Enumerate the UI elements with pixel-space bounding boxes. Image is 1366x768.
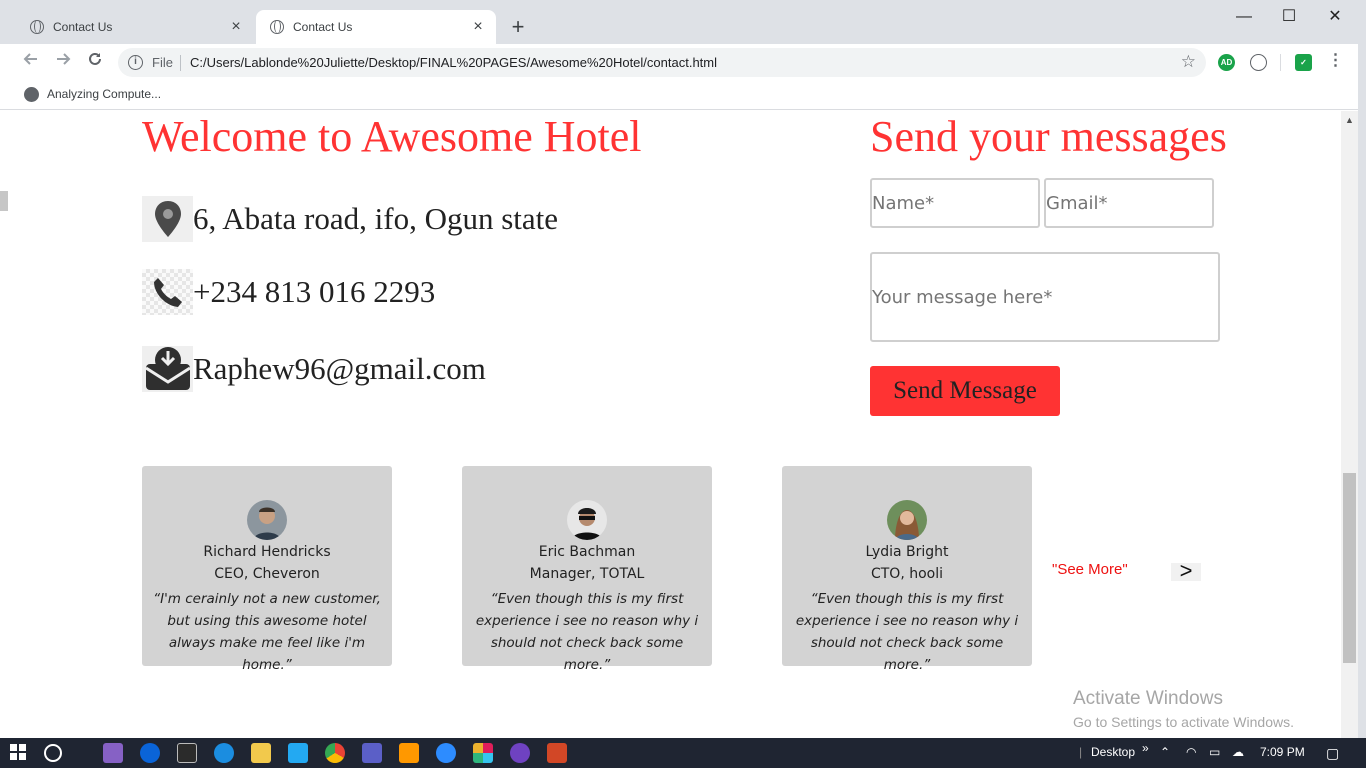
see-more-link[interactable]: "See More"	[1052, 561, 1128, 578]
reload-icon	[89, 52, 101, 65]
send-message-button[interactable]: Send Message	[870, 366, 1060, 416]
teams-icon[interactable]	[362, 743, 382, 763]
notifications-icon[interactable]: ▢	[1326, 745, 1339, 762]
page-viewport: Welcome to Awesome Hotel Send your messa…	[8, 111, 1341, 738]
scroll-thumb[interactable]	[1343, 473, 1356, 663]
mail-download-icon	[142, 346, 193, 392]
menu-kebab-icon[interactable]: ⋮	[1327, 53, 1344, 71]
windows-taskbar: | Desktop » ⌃ ◠ ▭ ☁ 7:09 PM ▢	[0, 738, 1366, 768]
shield-check-icon[interactable]: ✓	[1295, 54, 1312, 71]
tab-close-button[interactable]: ×	[228, 18, 244, 36]
tray-up-arrow-icon[interactable]: ⌃	[1160, 745, 1170, 759]
vpn-icon[interactable]	[510, 743, 530, 763]
testimonial-role: CEO, Cheveron	[214, 566, 320, 582]
testimonial-name: Lydia Bright	[865, 544, 949, 560]
maximize-button[interactable]: ☐	[1266, 4, 1312, 30]
new-tab-button[interactable]: +	[506, 14, 530, 40]
powerpoint-icon[interactable]	[547, 743, 567, 763]
testimonial-name: Eric Bachman	[538, 544, 636, 560]
minimize-button[interactable]: —	[1221, 4, 1267, 30]
wifi-icon[interactable]: ◠	[1186, 745, 1196, 759]
chevron-icon[interactable]: »	[1142, 741, 1149, 755]
bookmark-star-icon[interactable]: ☆	[1181, 52, 1196, 72]
store-icon[interactable]	[177, 743, 197, 763]
globe-icon	[24, 87, 39, 102]
address-row: 6, Abata road, ifo, Ogun state	[142, 196, 558, 242]
search-circle-icon[interactable]	[44, 744, 62, 762]
close-window-button[interactable]: ✕	[1312, 4, 1358, 30]
activate-windows-subtitle: Go to Settings to activate Windows.	[1073, 714, 1294, 730]
vertical-scrollbar[interactable]: ▲	[1341, 111, 1358, 738]
email-row: Raphew96@gmail.com	[142, 346, 486, 392]
desktop-toolbar-label[interactable]: Desktop	[1091, 745, 1135, 759]
send-heading: Send your messages	[870, 112, 1227, 161]
file-explorer-icon[interactable]	[251, 743, 271, 763]
vscode-icon[interactable]	[288, 743, 308, 763]
phone-text: +234 813 016 2293	[193, 274, 436, 309]
address-separator	[180, 55, 181, 71]
welcome-heading: Welcome to Awesome Hotel	[142, 112, 642, 161]
window-right-edge	[1358, 0, 1366, 738]
edge-icon[interactable]	[214, 743, 234, 763]
gmail-input[interactable]	[1044, 178, 1214, 228]
testimonial-card: Richard Hendricks CEO, Cheveron “I'm cer…	[142, 466, 392, 673]
globe-icon	[270, 20, 284, 34]
clock-time[interactable]: 7:09 PM	[1260, 745, 1305, 759]
testimonial-name: Richard Hendricks	[203, 544, 331, 560]
phone-icon	[142, 269, 193, 315]
browser-toolbar: i File C:/Users/Lablonde%20Juliette/Desk…	[0, 44, 1366, 80]
tab-contact-us-2[interactable]: Contact Us ×	[256, 10, 496, 44]
visual-studio-icon[interactable]	[103, 743, 123, 763]
activate-windows-title: Activate Windows	[1073, 688, 1223, 709]
toolbar-separator	[1280, 54, 1281, 71]
zoom-icon[interactable]	[436, 743, 456, 763]
tab-strip: Contact Us × Contact Us × + — ☐ ✕	[0, 0, 1366, 44]
email-text: Raphew96@gmail.com	[193, 351, 486, 386]
testimonial-quote: “I'm cerainly not a new customer, but us…	[153, 591, 381, 673]
bookmark-item[interactable]: Analyzing Compute...	[47, 87, 161, 101]
testimonial-card: Lydia Bright CTO, hooli “Even though thi…	[782, 466, 1032, 673]
back-arrow-icon	[23, 53, 37, 65]
left-edge	[0, 111, 8, 738]
battery-icon[interactable]: ▭	[1209, 745, 1220, 759]
info-icon[interactable]: i	[128, 55, 143, 70]
address-text: 6, Abata road, ifo, Ogun state	[193, 201, 559, 236]
windows-start-icon[interactable]	[9, 743, 29, 763]
next-arrow-button[interactable]: >	[1171, 560, 1201, 582]
testimonial-quote: “Even though this is my first experience…	[795, 591, 1019, 673]
testimonial-card: Eric Bachman Manager, TOTAL “Even though…	[462, 466, 712, 673]
tab-title: Contact Us	[53, 20, 113, 34]
scheme-label: File	[152, 55, 173, 70]
address-bar[interactable]: i File C:/Users/Lablonde%20Juliette/Desk…	[118, 48, 1206, 77]
scroll-up-arrow-icon[interactable]: ▲	[1345, 115, 1354, 125]
testimonial-quote: “Even though this is my first experience…	[475, 591, 699, 673]
forward-arrow-icon	[57, 53, 71, 65]
forward-button[interactable]	[51, 50, 75, 74]
avatar	[887, 500, 927, 540]
tab-contact-us-1[interactable]: Contact Us ×	[16, 10, 254, 44]
chrome-icon[interactable]	[325, 743, 345, 763]
url-text[interactable]: C:/Users/Lablonde%20Juliette/Desktop/FIN…	[190, 55, 717, 70]
slack-icon[interactable]	[473, 743, 493, 763]
avatar	[567, 500, 607, 540]
reload-button[interactable]	[83, 50, 107, 74]
onedrive-icon[interactable]	[140, 743, 160, 763]
avatar	[247, 500, 287, 540]
globe-icon	[30, 20, 44, 34]
phone-row: +234 813 016 2293	[142, 269, 435, 315]
adblock-icon[interactable]: AD	[1218, 54, 1235, 71]
bookmarks-bar: Analyzing Compute...	[0, 80, 1366, 110]
testimonial-role: CTO, hooli	[870, 566, 944, 582]
drive-icon[interactable]	[1250, 54, 1267, 71]
tab-close-button[interactable]: ×	[470, 18, 486, 36]
back-button[interactable]	[19, 50, 43, 74]
sublime-icon[interactable]	[399, 743, 419, 763]
message-input[interactable]	[870, 252, 1220, 342]
location-pin-icon	[142, 196, 193, 242]
name-input[interactable]	[870, 178, 1040, 228]
cloud-icon[interactable]: ☁	[1232, 745, 1244, 759]
tab-title: Contact Us	[293, 20, 353, 34]
testimonial-role: Manager, TOTAL	[529, 566, 645, 582]
